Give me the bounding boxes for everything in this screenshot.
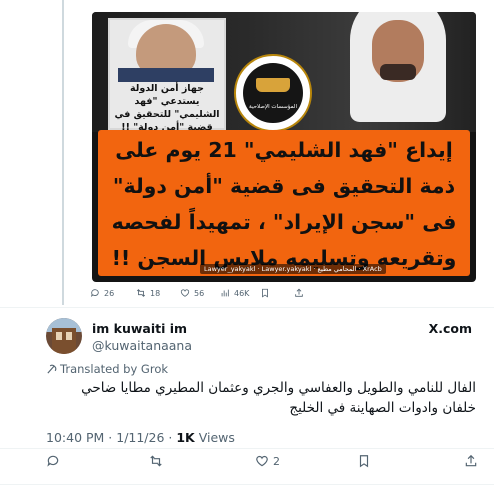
stat-likes[interactable]: 56 <box>180 288 204 298</box>
share-icon <box>465 454 477 467</box>
post-actions: 2 <box>46 454 478 470</box>
source-label: X.com <box>429 321 472 336</box>
share-button[interactable] <box>464 454 478 468</box>
bookmark-icon <box>359 455 369 468</box>
stat-share[interactable] <box>294 288 304 298</box>
actions-divider <box>0 448 494 449</box>
post-meta: 10:40 PM · 1/11/26 · 1K Views <box>46 430 235 445</box>
stat-views-count: 46K <box>234 288 250 298</box>
reply-button[interactable] <box>46 454 60 468</box>
quoted-post-image[interactable]: جهاز أمن الدولة يستدعي "فهد الشليمي" للت… <box>92 12 476 282</box>
avatar[interactable] <box>46 318 82 354</box>
bookmark-button[interactable] <box>357 454 371 468</box>
translated-label: Translated by Grok <box>60 362 169 376</box>
display-name[interactable]: im kuwaiti im <box>92 321 187 336</box>
post-views-count: 1K <box>176 430 195 445</box>
like-button[interactable]: 2 <box>255 454 280 468</box>
post-divider <box>0 307 494 308</box>
book-icon <box>256 78 290 92</box>
stat-likes-count: 56 <box>194 288 205 298</box>
views-icon <box>221 289 229 297</box>
thread-connector-line <box>62 0 64 305</box>
post-timestamp[interactable]: 10:40 PM · 1/11/26 · <box>46 430 176 445</box>
reply-icon <box>90 289 99 298</box>
avatar-window-left <box>56 332 62 340</box>
post-text: الفال للنامي والطويل والعفاسي والجري وعث… <box>81 380 476 416</box>
bookmark-icon <box>262 288 268 298</box>
avatar-window-right <box>66 332 72 340</box>
inset-suit <box>118 68 214 82</box>
stat-views[interactable]: 46K <box>220 288 249 298</box>
main-portrait <box>322 12 472 130</box>
stat-replies[interactable]: 26 <box>90 288 114 298</box>
like-icon <box>180 289 190 297</box>
institution-emblem: المؤسسات الإصلاحية <box>234 54 312 132</box>
reply-icon <box>47 455 59 467</box>
stat-bookmark[interactable] <box>260 288 270 298</box>
translated-by-grok[interactable]: Translated by Grok <box>46 362 168 376</box>
portrait-moustache <box>380 64 416 80</box>
like-count: 2 <box>273 454 280 468</box>
bottom-divider <box>0 484 494 485</box>
image-credits: Lawyer_yakyakl · Lawyer.yakyakl · المحام… <box>200 264 386 274</box>
quoted-post-stats: 26 18 56 46K <box>88 288 488 302</box>
inset-caption: جهاز أمن الدولة يستدعي "فهد الشليمي" للت… <box>114 83 220 133</box>
user-handle[interactable]: @kuwaitanaana <box>92 338 192 353</box>
image-headline: إيداع "فهد الشليمي" 21 يوم على ذمة التحق… <box>111 138 457 270</box>
emblem-inner <box>243 63 303 123</box>
repost-icon <box>150 455 162 467</box>
x-logo-text: X.com <box>428 321 472 336</box>
post-views-label: Views <box>194 430 235 445</box>
repost-button[interactable] <box>149 454 163 468</box>
stat-reposts-count: 18 <box>150 288 161 298</box>
stat-reposts[interactable]: 18 <box>136 288 160 298</box>
share-icon <box>295 288 303 297</box>
like-icon <box>256 455 268 467</box>
stat-replies-count: 26 <box>104 288 115 298</box>
grok-icon <box>47 364 57 374</box>
repost-icon <box>136 289 146 297</box>
emblem-text: المؤسسات الإصلاحية <box>249 104 297 110</box>
inset-photo: جهاز أمن الدولة يستدعي "فهد الشليمي" للت… <box>108 18 226 133</box>
